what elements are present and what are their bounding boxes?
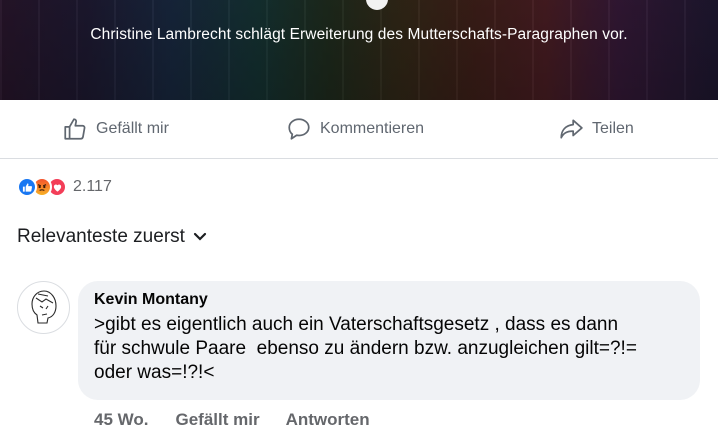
comment-icon (288, 118, 310, 140)
post-image[interactable]: Christine Lambrecht schlägt Erweiterung … (0, 0, 718, 100)
comment-like-button[interactable]: Gefällt mir (175, 410, 259, 430)
like-button-label: Gefällt mir (96, 120, 169, 137)
thumbs-up-icon (64, 118, 86, 140)
chevron-down-icon (193, 232, 207, 241)
sort-label: Relevanteste zuerst (17, 226, 185, 247)
share-icon (560, 119, 583, 139)
commenter-avatar[interactable] (17, 281, 70, 334)
play-indicator (366, 0, 388, 10)
comment-bubble: Kevin Montany >gibt es eigentlich auch e… (78, 281, 700, 400)
like-button[interactable]: Gefällt mir (62, 114, 169, 144)
post-action-bar: Gefällt mir Kommentieren Teilen (0, 100, 718, 159)
share-button-label: Teilen (592, 120, 634, 137)
share-button[interactable]: Teilen (558, 114, 634, 144)
comment-button[interactable]: Kommentieren (286, 114, 424, 144)
comment-text: >gibt es eigentlich auch ein Vaterschaft… (94, 314, 637, 383)
image-caption: Christine Lambrecht schlägt Erweiterung … (90, 26, 628, 43)
comment-sort-dropdown[interactable]: Relevanteste zuerst (17, 226, 207, 248)
comment-author[interactable]: Kevin Montany (94, 291, 684, 309)
comment-button-label: Kommentieren (320, 120, 425, 137)
reaction-summary[interactable]: 2.117 (17, 176, 112, 198)
comment-reply-button[interactable]: Antworten (286, 410, 370, 430)
comment-time[interactable]: 45 Wo. (94, 410, 148, 430)
like-icon (17, 177, 37, 197)
comment-meta: 45 Wo. Gefällt mir Antworten (94, 410, 370, 430)
reaction-count: 2.117 (73, 178, 112, 195)
